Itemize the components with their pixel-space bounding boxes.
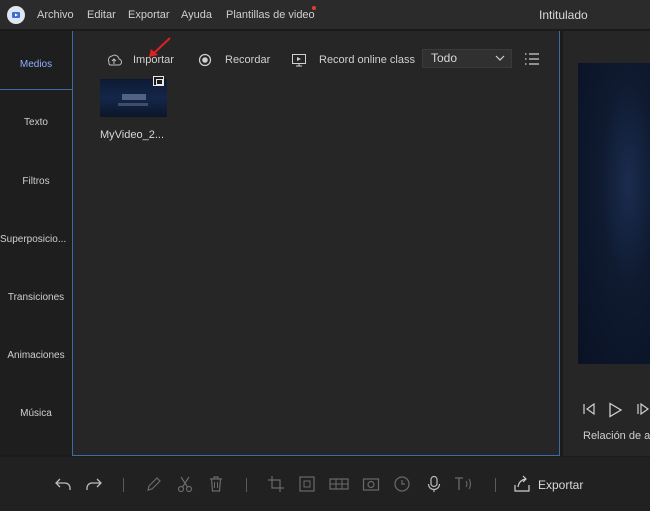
export-button[interactable]: Exportar: [538, 478, 583, 492]
next-frame-icon[interactable]: [636, 402, 650, 416]
sidebar-item-transiciones[interactable]: Transiciones: [0, 268, 72, 326]
select-checkbox-icon[interactable]: [153, 76, 164, 86]
sidebar-item-label: Superposicio...: [0, 233, 67, 245]
screen-record-icon: [292, 54, 306, 67]
play-icon[interactable]: [607, 402, 623, 418]
sidebar: Medios Texto Filtros Superposicio... Tra…: [0, 31, 72, 455]
red-arrow-annotation: [149, 37, 171, 57]
undo-icon[interactable]: [54, 475, 72, 493]
window-title: Intitulado: [539, 8, 588, 22]
filter-value: Todo: [431, 51, 458, 65]
toolbar-divider: [123, 478, 124, 492]
sidebar-item-texto[interactable]: Texto: [0, 93, 72, 151]
import-icon: [107, 54, 122, 66]
menu-ayuda[interactable]: Ayuda: [181, 9, 212, 21]
mosaic-icon[interactable]: [329, 475, 349, 493]
menu-plantillas-de-video[interactable]: Plantillas de video: [226, 9, 315, 21]
crop-icon[interactable]: [267, 475, 285, 493]
menu-archivo[interactable]: Archivo: [37, 9, 74, 21]
sidebar-item-musica[interactable]: Música: [0, 384, 72, 442]
media-filter-dropdown[interactable]: Todo: [422, 49, 512, 68]
menu-exportar[interactable]: Exportar: [128, 9, 170, 21]
redo-icon[interactable]: [85, 475, 103, 493]
record-online-class-button[interactable]: Record online class: [291, 54, 415, 67]
menu-bar: Archivo Editar Exportar Ayuda Plantillas…: [0, 0, 650, 30]
media-item-name: MyVideo_2...: [100, 129, 165, 141]
list-view-icon[interactable]: [524, 52, 540, 66]
chevron-down-icon: [495, 55, 505, 61]
duration-clock-icon[interactable]: [393, 475, 411, 493]
preview-screen: [578, 63, 650, 364]
zoom-frame-icon[interactable]: [298, 475, 316, 493]
new-badge-dot: [312, 6, 316, 10]
record-label: Recordar: [225, 54, 271, 66]
toolbar-divider: [246, 478, 247, 492]
snapshot-icon[interactable]: [362, 475, 380, 493]
edit-pencil-icon[interactable]: [145, 475, 163, 493]
record-online-class-label: Record online class: [319, 54, 415, 66]
previous-frame-icon[interactable]: [582, 402, 596, 416]
delete-trash-icon[interactable]: [207, 475, 225, 493]
record-button[interactable]: Recordar: [198, 53, 271, 67]
sidebar-item-filtros[interactable]: Filtros: [0, 152, 72, 210]
sidebar-item-medios[interactable]: Medios: [0, 35, 72, 93]
active-tab-border: [0, 89, 72, 90]
microphone-icon[interactable]: [425, 475, 443, 493]
aspect-ratio-label[interactable]: Relación de a: [583, 430, 650, 442]
export-icon[interactable]: [513, 475, 531, 493]
sidebar-item-animaciones[interactable]: Animaciones: [0, 326, 72, 384]
sidebar-item-superposiciones[interactable]: Superposicio...: [0, 210, 72, 268]
cut-scissors-icon[interactable]: [176, 475, 194, 493]
app-logo-icon: [7, 6, 25, 24]
menu-editar[interactable]: Editar: [87, 9, 116, 21]
record-icon: [198, 53, 212, 67]
toolbar-divider: [495, 478, 496, 492]
text-to-speech-icon[interactable]: [454, 475, 476, 493]
